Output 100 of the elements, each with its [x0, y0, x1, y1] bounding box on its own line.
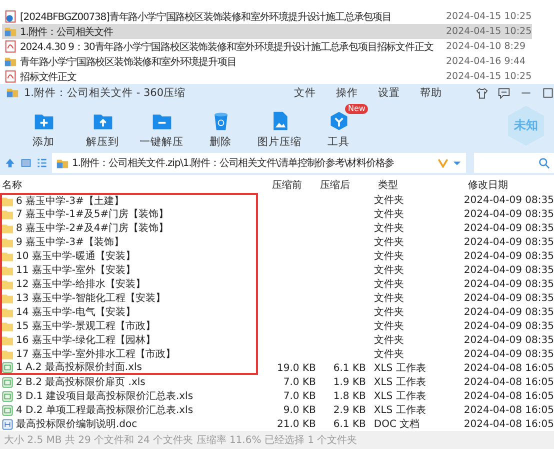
extract-button[interactable]: 解压到	[73, 104, 132, 150]
file-row[interactable]: 10 嘉玉中学-暖通【安装】	[0, 249, 258, 263]
file-name: 最高投标限价编制说明.doc	[16, 418, 138, 431]
file-name: 8 嘉玉中学-2#及4#门房【装饰】	[16, 222, 169, 235]
modified-date: 2024-04-09 08:35	[462, 264, 554, 276]
file-row[interactable]: 4 D.2 单项工程最高投标限价汇总表.xls	[0, 403, 258, 417]
modified-date: 2024-04-09 08:35	[462, 208, 554, 220]
file-name: 2 B.2 最高投标限价扉页 .xls	[16, 376, 146, 389]
file-row[interactable]: 17 嘉玉中学-室外排水工程【市政】	[0, 347, 258, 361]
column-header[interactable]: 名称	[0, 178, 272, 192]
oneclick-button[interactable]: 一键解压	[132, 104, 191, 150]
file-row[interactable]: 14 嘉玉中学-电气【安装】	[0, 305, 258, 319]
add-button[interactable]: 添加	[14, 104, 73, 150]
maximize-icon[interactable]	[542, 86, 554, 99]
file-type: XLS 工作表	[372, 376, 427, 389]
modified-date: 2024-04-09 08:35	[462, 348, 554, 360]
folder-icon	[2, 208, 13, 220]
folder-icon	[2, 250, 13, 262]
original-size: 7.0 KB	[282, 390, 316, 402]
spreadsheet-icon	[2, 362, 13, 372]
modified-date: 2024-04-09 08:35	[462, 320, 554, 332]
modified-date: 2024-04-09 08:35	[462, 292, 554, 304]
folder-icon	[2, 264, 13, 276]
file-row[interactable]: 1 A.2 最高投标限价封面.xls	[0, 361, 258, 375]
file-row[interactable]: 6 嘉玉中学-3#【土建】	[0, 193, 258, 207]
file-type: 文件夹	[372, 306, 405, 319]
status-bar: 大小 2.5 MB 共 29 个文件和 24 个文件夹 压缩率 11.6% 已经选择 1 个文件夹	[0, 431, 554, 449]
file-name: [2024BFBGZ00738]青年路小学宁国路校区装饰装修和室外环境提升设计施工总承包项目	[20, 10, 392, 24]
folder-icon	[2, 348, 13, 360]
document-icon	[4, 10, 17, 23]
modified-date: 2024-04-09 08:35	[462, 306, 554, 318]
file-row[interactable]: 8 嘉玉中学-2#及4#门房【装饰】	[0, 221, 258, 235]
document-icon	[2, 418, 13, 430]
compressed-size: 1.8 KB	[332, 390, 366, 402]
folder-icon	[2, 196, 13, 206]
folder-icon	[2, 306, 13, 318]
original-size: 7.0 KB	[282, 376, 316, 388]
menu-item[interactable]: 帮助	[420, 86, 442, 100]
menu-item[interactable]: 文件	[294, 86, 316, 100]
file-row[interactable]: 1.附件：公司相关文件 2024-04-15 10:25	[2, 24, 532, 39]
file-row[interactable]: 16 嘉玉中学-绿化工程【园林】	[0, 333, 258, 347]
file-name: 7 嘉玉中学-1#及5#门房【装饰】	[16, 208, 169, 221]
file-name: 6 嘉玉中学-3#【土建】	[16, 194, 124, 208]
spreadsheet-icon	[2, 376, 13, 388]
compressed-size: 6.1 KB	[332, 362, 366, 374]
file-type: 文件夹	[372, 194, 405, 207]
file-row[interactable]: 9 嘉玉中学-3#【装饰】	[0, 235, 258, 249]
file-row[interactable]: 招标文件正文 2024-04-15 10:25	[2, 69, 532, 84]
file-type: XLS 工作表	[372, 362, 427, 375]
folder-icon	[4, 55, 17, 68]
file-row[interactable]: 11 嘉玉中学-室外【安装】	[0, 263, 258, 277]
file-type: 文件夹	[372, 208, 405, 221]
menu-item[interactable]: 设置	[378, 86, 400, 100]
search-field[interactable]	[474, 153, 554, 174]
image-button[interactable]: 图片压缩	[250, 104, 309, 150]
modified-date: 2024-04-08 16:05	[462, 362, 554, 374]
file-name: 1 A.2 最高投标限价封面.xls	[16, 360, 142, 374]
delete-button[interactable]: 删除	[191, 104, 250, 150]
file-row[interactable]: 最高投标限价编制说明.doc	[0, 417, 258, 431]
file-row[interactable]: 2 B.2 最高投标限价扉页 .xls	[0, 375, 258, 389]
column-header[interactable]: 压缩后	[320, 178, 370, 192]
file-type: 文件夹	[372, 334, 405, 347]
shirt-icon[interactable]	[476, 86, 488, 99]
file-name: 招标文件正文	[20, 70, 78, 84]
file-name: 2024.4.30 9：30青年路小学宁国路校区装饰装修和室外环境提升设计施工总承包项目招标文件正文	[20, 40, 434, 54]
modified-date: 2024-04-09 08:35	[462, 250, 554, 262]
modified-date: 2024-04-09 08:35	[462, 222, 554, 234]
file-row[interactable]: 2024.4.30 9：30青年路小学宁国路校区装饰装修和室外环境提升设计施工总承包项目招标文件正文 2024-04-10 8:29	[2, 39, 532, 54]
file-name: 3 D.1 建设项目最高投标限价汇总表.xls	[16, 390, 194, 403]
file-row[interactable]: 3 D.1 建设项目最高投标限价汇总表.xls	[0, 389, 258, 403]
modified-date: 2024-04-09 08:35	[462, 194, 554, 206]
feedback-icon[interactable]	[498, 86, 510, 99]
file-type: 文件夹	[372, 320, 405, 333]
menu-item[interactable]: 操作	[336, 86, 358, 100]
file-type: 文件夹	[372, 236, 405, 249]
folder-icon	[4, 25, 17, 38]
up-arrow-icon[interactable]	[4, 157, 16, 170]
file-type: 文件夹	[372, 348, 405, 361]
file-row[interactable]: 青年路小学宁国路校区装饰装修和室外环境提升项目 2024-04-16 9:44	[2, 54, 532, 69]
file-row[interactable]: 7 嘉玉中学-1#及5#门房【装饰】	[0, 207, 258, 221]
column-header[interactable]: 类型	[370, 178, 460, 192]
new-badge: New	[345, 104, 368, 114]
address-bar[interactable]: 1.附件：公司相关文件.zip\1.附件：公司相关文件\清单控制价参考\材料价格参	[52, 153, 466, 174]
file-row[interactable]: [2024BFBGZ00738]青年路小学宁国路校区装饰装修和室外环境提升设计施工总承包项目 2024-04-15 10:25	[2, 9, 532, 24]
spreadsheet-icon	[2, 390, 13, 402]
column-header[interactable]: 压缩前	[272, 178, 320, 192]
modified-date: 2024-04-08 16:05	[462, 404, 554, 416]
list-view-icon[interactable]	[36, 157, 48, 170]
file-type: 文件夹	[372, 292, 405, 305]
modified-date: 2024-04-09 08:35	[462, 334, 554, 346]
file-row[interactable]: 15 嘉玉中学-景观工程【市政】	[0, 319, 258, 333]
folder-icon	[2, 320, 13, 332]
file-type: DOC 文档	[372, 418, 421, 431]
thumbnail-view-icon[interactable]	[20, 157, 32, 170]
column-header[interactable]: 修改日期	[460, 178, 554, 192]
file-row[interactable]: 13 嘉玉中学-智能化工程【安装】	[0, 291, 258, 305]
folder-icon	[2, 334, 13, 346]
file-row[interactable]: 12 嘉玉中学-给排水【安装】	[0, 277, 258, 291]
tools-button[interactable]: New 工具	[309, 104, 368, 150]
file-name: 11 嘉玉中学-室外【安装】	[16, 264, 136, 277]
